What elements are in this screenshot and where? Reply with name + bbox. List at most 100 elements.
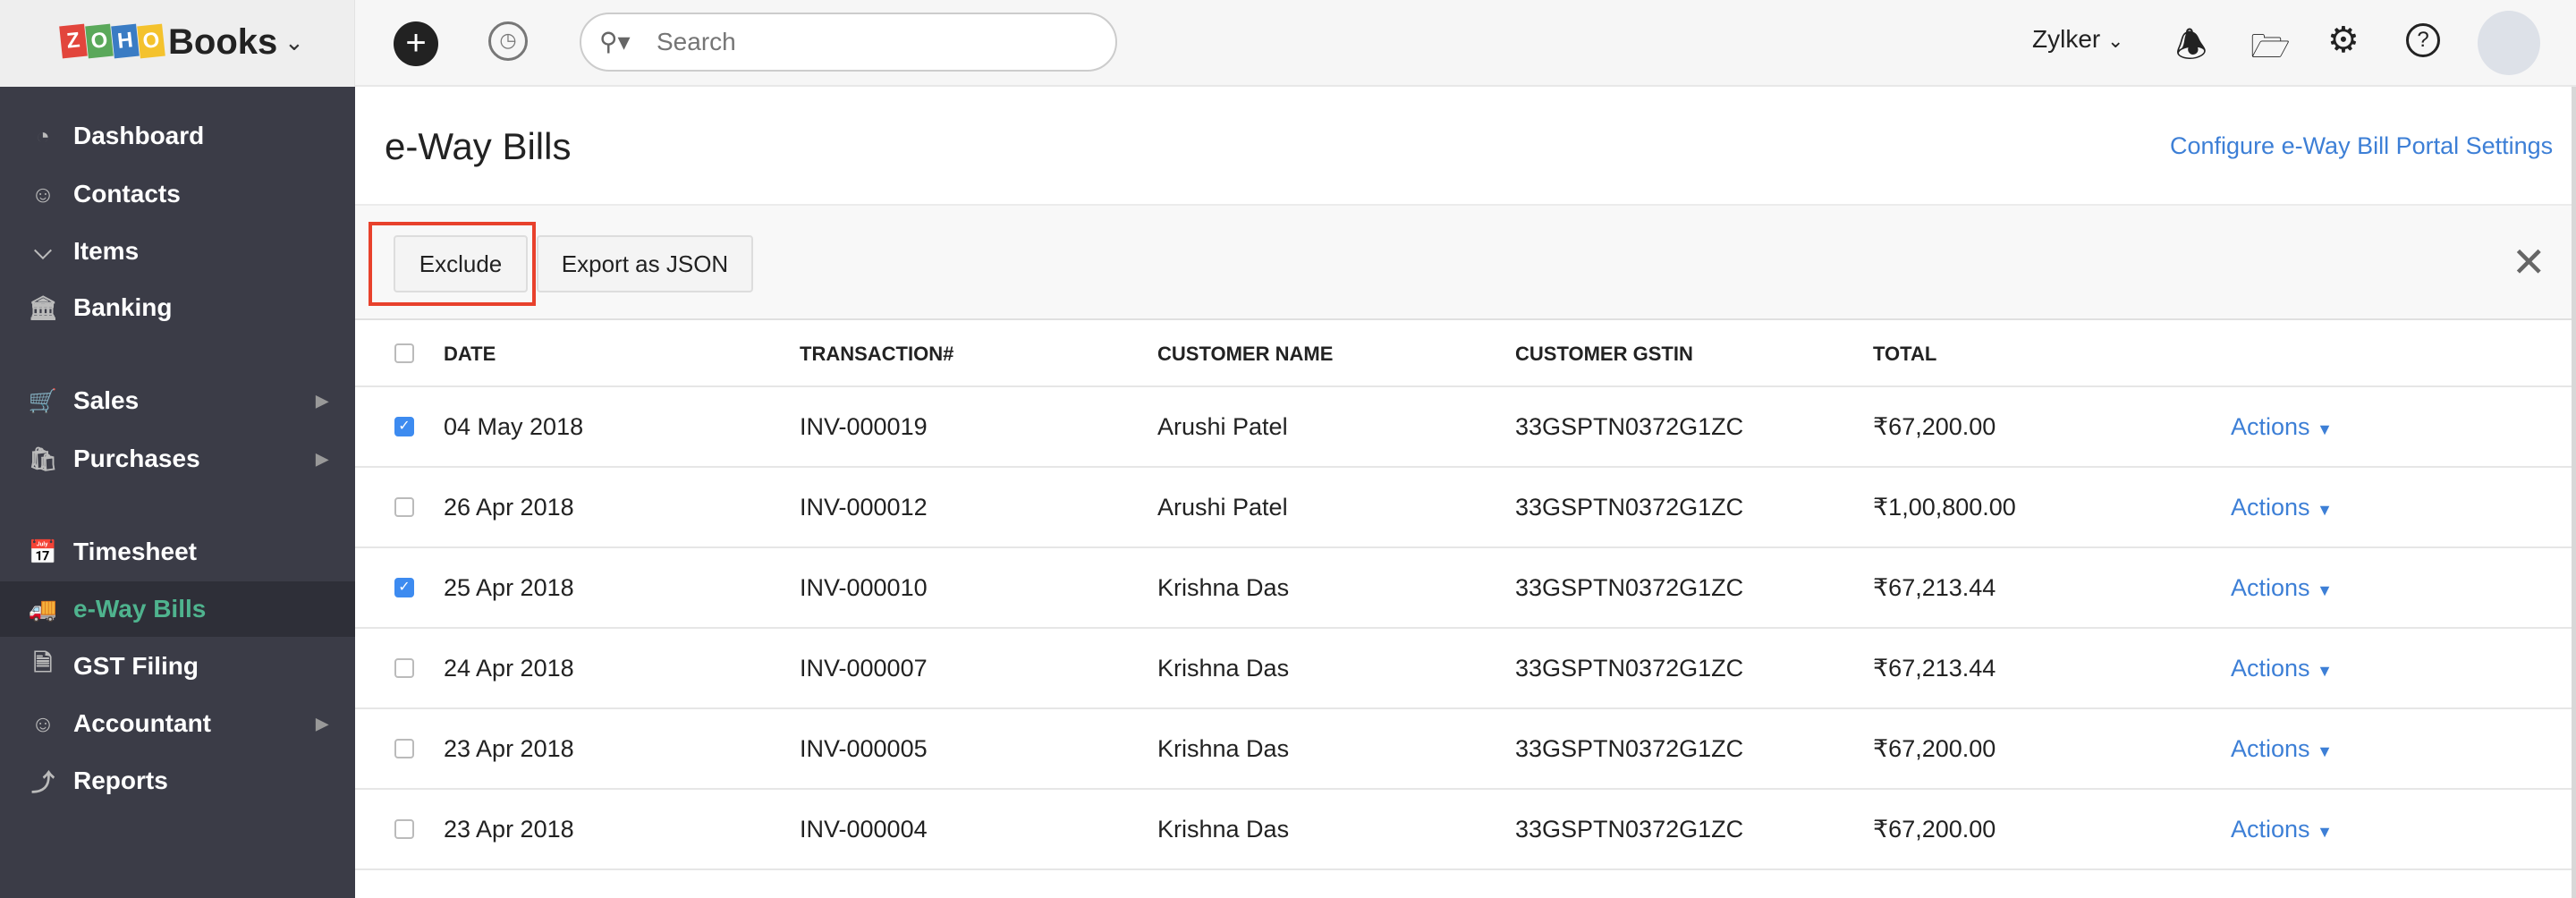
actions-dropdown[interactable]: Actions ▼	[2231, 413, 2333, 441]
logo-area[interactable]: ZOHO Books ⌄	[0, 0, 355, 87]
row-checkbox[interactable]	[394, 819, 414, 839]
actions-dropdown[interactable]: Actions ▼	[2231, 574, 2333, 602]
export-json-button[interactable]: Export as JSON	[537, 235, 753, 292]
sidebar-item-items[interactable]: ⌵ Items	[0, 224, 355, 279]
page-title: e-Way Bills	[385, 125, 572, 167]
sidebar-item-label: Accountant	[73, 709, 211, 737]
items-icon: ⌵	[34, 237, 52, 264]
cell-customer: Arushi Patel	[1157, 413, 1288, 440]
caret-down-icon: ▼	[2317, 823, 2333, 841]
header-date[interactable]: DATE	[444, 343, 496, 366]
header-customer-name[interactable]: CUSTOMER NAME	[1157, 343, 1333, 366]
sidebar-item-sales[interactable]: 🛒 Sales ▶	[0, 373, 355, 428]
row-checkbox[interactable]	[394, 497, 414, 517]
table-row[interactable]: 23 Apr 2018 INV-000005 Krishna Das 33GSP…	[355, 708, 2572, 789]
sidebar-item-label: Sales	[73, 386, 140, 414]
exclude-button[interactable]: Exclude	[394, 235, 528, 292]
header-total[interactable]: TOTAL	[1873, 343, 1936, 366]
sidebar-item-timesheet[interactable]: 📅 Timesheet	[0, 524, 355, 580]
sidebar-item-purchases[interactable]: 🛍 Purchases ▶	[0, 431, 355, 487]
folder-icon[interactable]: 🗁	[2250, 23, 2291, 78]
gear-icon[interactable]: ⚙	[2327, 20, 2360, 61]
sidebar-item-gst-filing[interactable]: 🗎 GST Filing	[0, 639, 355, 694]
sidebar-item-label: Dashboard	[73, 122, 205, 149]
cell-gstin: 33GSPTN0372G1ZC	[1515, 413, 1744, 440]
org-name: Zylker	[2032, 25, 2101, 53]
actions-label: Actions	[2231, 494, 2310, 521]
sidebar-item-dashboard[interactable]: ◔ Dashboard	[0, 108, 355, 164]
cell-transaction[interactable]: INV-000010	[800, 574, 928, 602]
cell-date: 24 Apr 2018	[444, 655, 574, 682]
cell-customer: Krishna Das	[1157, 816, 1290, 843]
search-input[interactable]	[657, 23, 1086, 61]
actions-label: Actions	[2231, 413, 2310, 440]
search-box[interactable]: ⚲▾	[580, 13, 1117, 72]
cell-transaction[interactable]: INV-000005	[800, 735, 928, 763]
row-checkbox[interactable]: ✓	[394, 578, 414, 597]
cell-gstin: 33GSPTN0372G1ZC	[1515, 574, 1744, 601]
cell-transaction[interactable]: INV-000019	[800, 413, 928, 441]
cell-gstin: 33GSPTN0372G1ZC	[1515, 494, 1744, 521]
recent-history-icon[interactable]: ◷	[488, 21, 528, 61]
chevron-down-icon: ⌄	[2107, 30, 2124, 52]
select-all-checkbox[interactable]	[394, 343, 414, 363]
actions-dropdown[interactable]: Actions ▼	[2231, 655, 2333, 682]
sidebar-item-reports[interactable]: ⤴ Reports	[0, 753, 355, 809]
caret-down-icon: ▼	[2317, 501, 2333, 519]
row-checkbox[interactable]: ✓	[394, 417, 414, 436]
brand-name: Books	[168, 22, 278, 62]
sidebar-item-label: GST Filing	[73, 652, 199, 680]
avatar[interactable]	[2478, 11, 2540, 75]
cell-total: ₹67,213.44	[1873, 655, 1996, 682]
actions-dropdown[interactable]: Actions ▼	[2231, 816, 2333, 843]
sidebar-item-label: e-Way Bills	[73, 595, 207, 623]
cart-icon: 🛒	[28, 386, 58, 414]
zoho-logo: ZOHO	[59, 23, 165, 59]
cell-transaction[interactable]: INV-000004	[800, 816, 928, 843]
actions-dropdown[interactable]: Actions ▼	[2231, 494, 2333, 521]
cell-transaction[interactable]: INV-000007	[800, 655, 928, 682]
search-icon[interactable]: ⚲▾	[599, 27, 631, 56]
actions-label: Actions	[2231, 655, 2310, 682]
cell-customer: Krishna Das	[1157, 655, 1290, 682]
cell-transaction[interactable]: INV-000012	[800, 494, 928, 521]
scrollbar[interactable]	[2572, 87, 2576, 898]
sidebar-item-contacts[interactable]: ☺ Contacts	[0, 166, 355, 222]
header-customer-gstin[interactable]: CUSTOMER GSTIN	[1515, 343, 1693, 366]
sidebar-item-label: Items	[73, 237, 140, 265]
table-row[interactable]: 24 Apr 2018 INV-000007 Krishna Das 33GSP…	[355, 628, 2572, 708]
cell-gstin: 33GSPTN0372G1ZC	[1515, 816, 1744, 843]
configure-portal-link[interactable]: Configure e-Way Bill Portal Settings	[2170, 132, 2553, 160]
actions-dropdown[interactable]: Actions ▼	[2231, 735, 2333, 763]
table-row[interactable]: ✓ 25 Apr 2018 INV-000010 Krishna Das 33G…	[355, 547, 2572, 628]
add-new-button[interactable]: +	[394, 21, 438, 66]
cell-customer: Krishna Das	[1157, 574, 1290, 601]
header-transaction[interactable]: TRANSACTION#	[800, 343, 953, 366]
row-checkbox[interactable]	[394, 658, 414, 678]
cell-customer: Krishna Das	[1157, 735, 1290, 762]
sidebar-item-label: Purchases	[73, 445, 200, 472]
cell-total: ₹67,200.00	[1873, 735, 1996, 762]
sidebar-item-banking[interactable]: 🏛 Banking	[0, 280, 355, 335]
cell-date: 04 May 2018	[444, 413, 584, 440]
row-checkbox[interactable]	[394, 739, 414, 758]
table-row[interactable]: ✓ 04 May 2018 INV-000019 Arushi Patel 33…	[355, 386, 2572, 467]
actions-label: Actions	[2231, 735, 2310, 762]
cell-date: 23 Apr 2018	[444, 735, 574, 762]
org-switcher[interactable]: Zylker ⌄	[2032, 25, 2123, 54]
cell-date: 23 Apr 2018	[444, 816, 574, 843]
cell-date: 26 Apr 2018	[444, 494, 574, 521]
cell-total: ₹1,00,800.00	[1873, 494, 2016, 521]
close-icon[interactable]: ✕	[2512, 238, 2546, 286]
chevron-down-icon[interactable]: ⌄	[284, 29, 304, 56]
table-row[interactable]: 26 Apr 2018 INV-000012 Arushi Patel 33GS…	[355, 467, 2572, 547]
table-row[interactable]: 23 Apr 2018 INV-000004 Krishna Das 33GSP…	[355, 789, 2572, 869]
sidebar-item-e-way-bills[interactable]: 🚚 e-Way Bills	[0, 581, 355, 637]
contacts-icon: ☺	[30, 180, 55, 208]
timesheet-icon: 📅	[28, 538, 58, 565]
bell-icon[interactable]: 🕭	[2175, 20, 2207, 80]
help-icon[interactable]: ?	[2406, 23, 2440, 57]
sidebar-item-accountant[interactable]: ☺ Accountant ▶	[0, 696, 355, 751]
bag-icon: 🛍	[28, 445, 58, 472]
sidebar-item-label: Banking	[73, 293, 173, 321]
